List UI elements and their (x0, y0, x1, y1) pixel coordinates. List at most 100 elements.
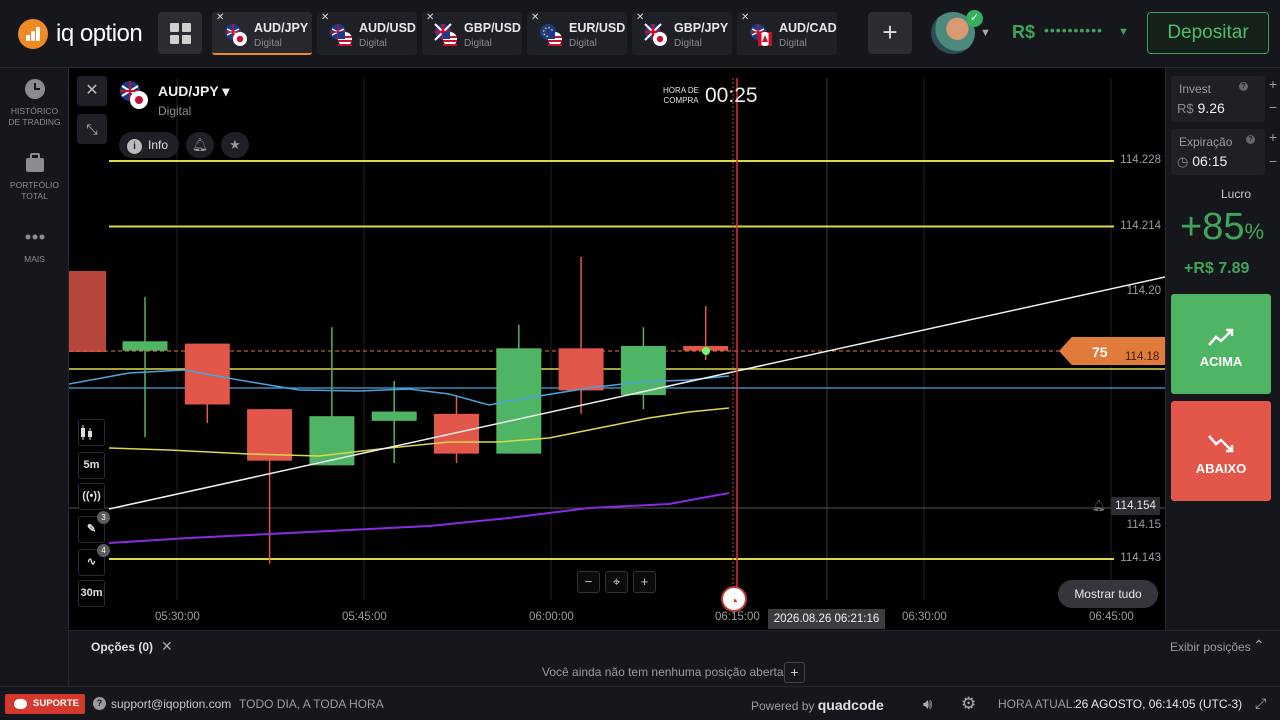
close-icon[interactable]: ✕ (161, 638, 173, 655)
candle-body (69, 271, 106, 352)
close-tab-icon[interactable]: ✕ (636, 12, 644, 23)
collapse-icon[interactable]: ⤡ (77, 114, 107, 144)
sidebar-item-trading-history[interactable]: HISTÓRICO DE TRADING (0, 78, 69, 128)
profit-percentage: +85% (1180, 206, 1265, 248)
show-positions-link[interactable]: Exibir posições (1170, 640, 1251, 654)
price-axis-label: 114.20 (1126, 285, 1161, 298)
time-axis-label: 06:15:00 (715, 611, 760, 623)
info-icon: i (127, 139, 142, 154)
tab-pair-label: EUR/USD (569, 21, 626, 35)
close-tab-icon[interactable]: ✕ (741, 12, 749, 23)
help-icon: ? (93, 697, 106, 710)
clock-icon: ◷ (1177, 154, 1189, 169)
expiration-value[interactable]: ◷ 06:15 (1177, 153, 1227, 170)
close-tab-icon[interactable]: ✕ (426, 12, 434, 23)
bell-icon[interactable]: 🔔︎ (186, 132, 214, 158)
apps-grid-button[interactable] (158, 12, 202, 54)
lower-button[interactable]: ABAIXO (1171, 401, 1271, 501)
invest-plus-button[interactable]: + (1266, 76, 1280, 92)
support-button[interactable]: SUPORTE (5, 694, 85, 714)
deposit-button[interactable]: Depositar (1147, 12, 1269, 54)
verified-check-icon: ✓ (966, 10, 983, 27)
candle-body (122, 341, 168, 351)
chart-up-icon (1208, 328, 1234, 346)
invest-field[interactable]: Invest ? R$ 9.26 (1171, 76, 1265, 122)
zoom-out-button[interactable]: − (577, 571, 600, 593)
trend-line (108, 276, 1165, 510)
candle-period-button[interactable]: 30m (78, 580, 105, 607)
expiration-minus-button[interactable]: − (1266, 153, 1280, 169)
lower-label: ABAIXO (1195, 461, 1247, 476)
price-axis-label: 114.214 (1120, 219, 1161, 232)
alert-bell-icon[interactable]: 🔔︎ (1092, 499, 1106, 512)
moving-average-yellow (108, 407, 730, 457)
logo-icon (18, 19, 48, 49)
logo-text: iq option (56, 20, 143, 47)
currency-flag-icon (434, 23, 457, 46)
sidebar-item-more[interactable]: MAIS (0, 226, 69, 265)
expiration-field[interactable]: Expiração ? ◷ 06:15 (1171, 129, 1265, 175)
clock-icon (24, 78, 46, 100)
current-time-value: 26 AGOSTO, 06:14:05 (UTC-3) (1075, 697, 1243, 711)
add-tab-button[interactable]: + (868, 12, 912, 54)
support-hours: TODO DIA, A TODA HORA (239, 697, 384, 711)
invest-minus-button[interactable]: − (1266, 99, 1280, 115)
alert-price-label[interactable]: 114.154 (1111, 497, 1160, 515)
asset-name[interactable]: AUD/JPY ▾ (158, 83, 229, 100)
help-icon[interactable]: ? (1239, 82, 1248, 91)
currency-flag-icon (225, 24, 247, 46)
zoom-in-button[interactable]: + (633, 571, 656, 593)
balance-value[interactable]: •••••••••• (1044, 22, 1103, 38)
tab-eur-usd[interactable]: ✕ EUR/USD Digital (527, 12, 627, 55)
sound-icon[interactable]: 🔊︎ (923, 696, 932, 713)
drawing-tools-button[interactable]: ✎ 3 (78, 511, 110, 543)
footer: SUPORTE ? support@iqoption.com TODO DIA,… (0, 686, 1280, 720)
time-axis-label: 06:00:00 (529, 611, 574, 623)
close-tab-icon[interactable]: ✕ (321, 12, 329, 23)
support-email[interactable]: support@iqoption.com (111, 697, 231, 711)
balance-currency[interactable]: R$ (1012, 22, 1035, 43)
info-button[interactable]: i Info (119, 132, 179, 158)
tab-type-label: Digital (359, 38, 387, 49)
add-position-button[interactable]: + (784, 662, 805, 683)
close-tab-icon[interactable]: ✕ (531, 12, 539, 23)
help-icon[interactable]: ? (1246, 135, 1255, 144)
expiration-timer-icon: ◔ (721, 586, 747, 612)
show-all-button[interactable]: Mostrar tudo (1058, 580, 1158, 608)
indicator-count-badge: 4 (97, 544, 110, 557)
iq-option-logo[interactable]: iq option (18, 18, 143, 50)
chevron-down-icon[interactable]: ▼ (980, 27, 991, 39)
balance-chevron-icon[interactable]: ▼ (1118, 26, 1129, 38)
price-chart[interactable]: ✕ ⤡ AUD/JPY ▾ Digital i Info 🔔︎ ★ HORA DE… (69, 68, 1165, 630)
indicators-button[interactable]: ∿ 4 (78, 544, 110, 576)
close-chart-button[interactable]: ✕ (77, 76, 107, 106)
tab-aud-usd[interactable]: ✕ AUD/USD Digital (317, 12, 417, 55)
expand-icon[interactable]: ⤢ (1255, 695, 1266, 712)
expiration-plus-button[interactable]: + (1266, 129, 1280, 145)
options-panel: Opções (0) ✕ Você ainda não tem nenhuma … (69, 630, 1280, 686)
candle-body (434, 413, 479, 454)
tab-aud-jpy[interactable]: ✕ AUD/JPY Digital (212, 12, 312, 55)
sidebar-item-total-portfolio[interactable]: PORTFÓLIO TOTAL (0, 152, 69, 202)
tab-gbp-jpy[interactable]: ✕ GBP/JPY Digital (632, 12, 732, 55)
gear-icon[interactable]: ⚙ (961, 694, 976, 714)
signal-icon[interactable]: ((•)) (78, 483, 105, 510)
profit-value: +R$ 7.89 (1184, 260, 1250, 277)
tab-type-label: Digital (254, 38, 282, 49)
moving-average-purple (108, 492, 730, 544)
chart-type-button[interactable] (78, 419, 105, 446)
close-tab-icon[interactable]: ✕ (216, 12, 224, 23)
tab-aud-cad[interactable]: ✕ AUD/CAD Digital (737, 12, 837, 55)
chart-down-icon (1208, 435, 1234, 453)
chevron-up-icon[interactable]: ⌃ (1253, 637, 1265, 654)
tab-gbp-usd[interactable]: ✕ GBP/USD Digital (422, 12, 522, 55)
star-icon[interactable]: ★ (221, 132, 249, 158)
candle-body (558, 348, 604, 391)
tab-pair-label: AUD/JPY (254, 21, 309, 35)
invest-value[interactable]: R$ 9.26 (1177, 100, 1225, 116)
zoom-reset-button[interactable]: ⌖ (605, 571, 628, 593)
options-label[interactable]: Opções (0) (91, 640, 153, 654)
currency-flag-icon (750, 24, 772, 46)
higher-button[interactable]: ACIMA (1171, 294, 1271, 394)
timeframe-button[interactable]: 5m (78, 452, 105, 479)
